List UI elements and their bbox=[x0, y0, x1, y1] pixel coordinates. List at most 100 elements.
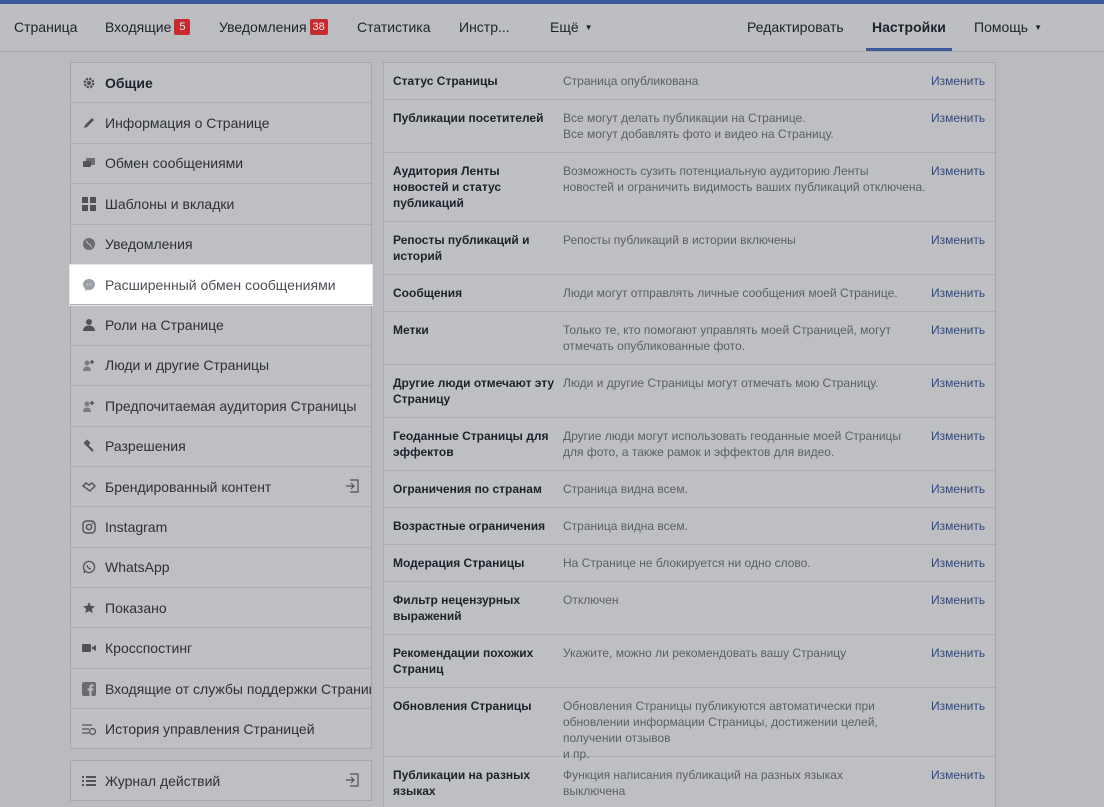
nav-notifications-label: Уведомления bbox=[219, 19, 307, 35]
settings-row: Фильтр нецензурных выражений Отключен Изме… bbox=[384, 582, 995, 635]
sidebar-item[interactable]: Шаблоны и вкладки bbox=[71, 184, 371, 225]
sidebar-item[interactable]: Информация о Странице bbox=[71, 103, 371, 144]
setting-value: Функция написания публикаций на разных я… bbox=[563, 768, 843, 798]
sidebar-item[interactable]: Разрешения bbox=[71, 427, 371, 467]
notifications-badge: 38 bbox=[309, 19, 328, 35]
settings-row: Другие люди отмечают эту Страницу Люди и … bbox=[384, 365, 995, 418]
sidebar-item-label: Уведомления bbox=[105, 236, 193, 253]
edit-setting-link[interactable]: Изменить bbox=[931, 428, 985, 444]
list-icon bbox=[81, 773, 97, 789]
sidebar-item-label: Разрешения bbox=[105, 438, 186, 455]
sidebar-item[interactable]: Предпочитаемая аудитория Страницы bbox=[71, 386, 371, 427]
caret-down-icon: ▼ bbox=[1034, 23, 1042, 32]
sidebar-item-label: Брендированный контент bbox=[105, 478, 272, 495]
sidebar-item-label: Обмен сообщениями bbox=[105, 155, 244, 172]
settings-row: Аудитория Ленты новостей и статус публик… bbox=[384, 153, 995, 222]
pencil-icon bbox=[81, 115, 97, 131]
setting-value: Другие люди могут использовать геоданные… bbox=[563, 429, 902, 459]
sidebar-item-label: Instagram bbox=[105, 518, 168, 535]
settings-row: Ограничения по странам Страница видна все… bbox=[384, 471, 995, 508]
nav-edit-label: Редактировать bbox=[747, 19, 844, 35]
nav-page[interactable]: Страница bbox=[14, 4, 77, 51]
sidebar-item-label: Информация о Странице bbox=[105, 115, 270, 132]
setting-value: На Странице не блокируется ни одно слово… bbox=[563, 556, 811, 570]
setting-label: Аудитория Ленты новостей и статус публик… bbox=[393, 164, 502, 210]
people-icon bbox=[81, 357, 97, 373]
nav-inbox-label: Входящие bbox=[105, 19, 172, 35]
sidebar-item-label: Показано bbox=[105, 599, 167, 616]
sidebar-item[interactable]: Показано bbox=[71, 588, 371, 629]
nav-edit-page[interactable]: Редактировать bbox=[747, 4, 844, 51]
setting-value: Возможность сузить потенциальную аудитор… bbox=[563, 164, 926, 194]
sidebar-item-label: WhatsApp bbox=[105, 559, 170, 576]
sidebar-item[interactable]: Уведомления bbox=[71, 225, 371, 265]
edit-setting-link[interactable]: Изменить bbox=[931, 110, 985, 126]
activity-log-panel: Журнал действий bbox=[70, 760, 372, 801]
export-icon bbox=[345, 773, 359, 787]
nav-page-label: Страница bbox=[14, 19, 78, 35]
edit-setting-link[interactable]: Изменить bbox=[931, 163, 985, 179]
nav-inbox[interactable]: Входящие 5 bbox=[105, 4, 191, 51]
facebook-icon bbox=[81, 681, 97, 697]
sidebar-item[interactable]: Расширенный обмен сообщениями bbox=[70, 264, 372, 306]
caret-down-icon: ▼ bbox=[584, 23, 593, 32]
setting-label: Ограничения по странам bbox=[393, 482, 542, 496]
sidebar-item[interactable]: Входящие от службы поддержки Страниц bbox=[71, 669, 371, 710]
nav-statistics-label: Статистика bbox=[357, 19, 431, 35]
edit-setting-link[interactable]: Изменить bbox=[931, 645, 985, 661]
setting-label: Публикации на разных языках bbox=[393, 768, 531, 798]
setting-label: Рекомендации похожих Страниц bbox=[393, 646, 534, 676]
sidebar-item[interactable]: Кросспостинг bbox=[71, 628, 371, 669]
edit-setting-link[interactable]: Изменить bbox=[931, 592, 985, 608]
settings-row: Геоданные Страницы для эффектов Другие лю… bbox=[384, 418, 995, 471]
edit-setting-link[interactable]: Изменить bbox=[931, 232, 985, 248]
nav-more[interactable]: Ещё ▼ bbox=[550, 4, 593, 51]
sidebar-item[interactable]: WhatsApp bbox=[71, 548, 371, 589]
nav-tools[interactable]: Инстр... bbox=[459, 4, 510, 51]
nav-help[interactable]: Помощь ▼ bbox=[974, 4, 1042, 51]
setting-label: Модерация Страницы bbox=[393, 556, 525, 570]
sidebar-item-label: Шаблоны и вкладки bbox=[105, 195, 235, 212]
edit-setting-link[interactable]: Изменить bbox=[931, 73, 985, 89]
setting-value: Страница опубликована bbox=[563, 74, 699, 88]
nav-notifications[interactable]: Уведомления 38 bbox=[219, 4, 328, 51]
setting-value: Отключен bbox=[563, 593, 619, 607]
settings-row: Метки Только те, кто помогают управлять м… bbox=[384, 312, 995, 365]
sidebar-item-label: Роли на Странице bbox=[105, 317, 224, 334]
nav-help-label: Помощь bbox=[974, 19, 1029, 35]
settings-row: Статус Страницы Страница опубликована Изме… bbox=[384, 63, 995, 100]
sidebar-item[interactable]: История управления Страницей bbox=[71, 709, 371, 749]
setting-label: Обновления Страницы bbox=[393, 699, 532, 713]
edit-setting-link[interactable]: Изменить bbox=[931, 285, 985, 301]
page-top-nav: Страница Входящие 5 Уведомления 38 Статист… bbox=[0, 4, 1104, 52]
setting-label: Геоданные Страницы для эффектов bbox=[393, 429, 549, 459]
sidebar-item-label: Предпочитаемая аудитория Страницы bbox=[105, 397, 357, 414]
edit-setting-link[interactable]: Изменить bbox=[931, 698, 985, 714]
edit-setting-link[interactable]: Изменить bbox=[931, 481, 985, 497]
gear-icon bbox=[81, 75, 97, 91]
setting-value: Обновления Страницы публикуются автомати… bbox=[563, 699, 878, 761]
edit-setting-link[interactable]: Изменить bbox=[931, 767, 985, 783]
edit-setting-link[interactable]: Изменить bbox=[931, 518, 985, 534]
sidebar-item[interactable]: Брендированный контент bbox=[71, 467, 371, 508]
nav-more-label: Ещё bbox=[550, 19, 579, 35]
edit-setting-link[interactable]: Изменить bbox=[931, 555, 985, 571]
sidebar-item-activity-log[interactable]: Журнал действий bbox=[71, 761, 371, 800]
sidebar-item-label: Расширенный обмен сообщениями bbox=[105, 276, 336, 293]
sidebar-item-label: Кросспостинг bbox=[105, 640, 193, 657]
setting-label: Метки bbox=[393, 323, 429, 337]
instagram-icon bbox=[81, 519, 97, 535]
edit-setting-link[interactable]: Изменить bbox=[931, 322, 985, 338]
handshake-icon bbox=[81, 479, 97, 495]
edit-setting-link[interactable]: Изменить bbox=[931, 375, 985, 391]
sidebar-item[interactable]: Общие bbox=[71, 63, 371, 104]
setting-value: Страница видна всем. bbox=[563, 519, 688, 533]
sidebar-item[interactable]: Роли на Странице bbox=[71, 305, 371, 346]
nav-settings[interactable]: Настройки bbox=[866, 4, 952, 51]
setting-value: Только те, кто помогают управлять моей С… bbox=[563, 323, 891, 353]
setting-value: Все могут делать публикации на Странице.… bbox=[563, 111, 834, 141]
sidebar-item[interactable]: Люди и другие Страницы bbox=[71, 346, 371, 387]
nav-statistics[interactable]: Статистика bbox=[357, 4, 431, 51]
sidebar-item[interactable]: Обмен сообщениями bbox=[71, 144, 371, 185]
sidebar-item[interactable]: Instagram bbox=[71, 507, 371, 548]
